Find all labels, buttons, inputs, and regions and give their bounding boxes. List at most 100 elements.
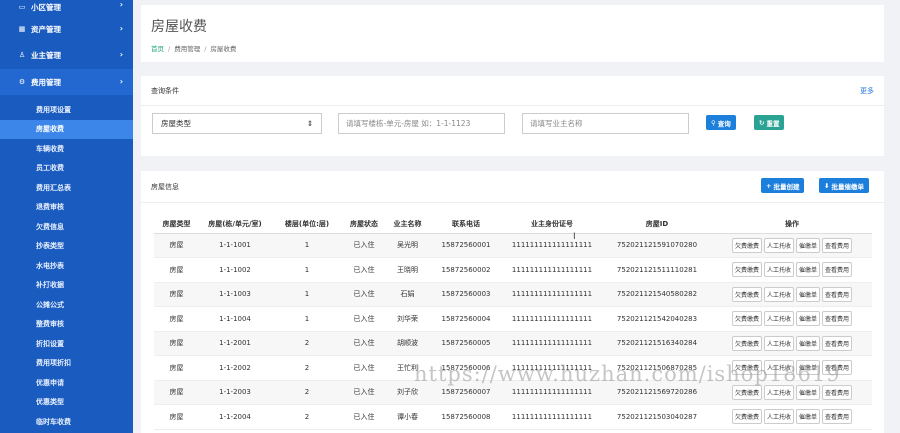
room-input[interactable]: 请填写楼栋-单元-房屋 如：1-1-1123 — [338, 113, 505, 134]
table-cell: 752021121516340284 — [602, 331, 712, 356]
table-cell: 15872560001 — [430, 233, 502, 258]
sidebar-item[interactable]: 费用项设置 — [0, 100, 133, 120]
sidebar-group-assets[interactable]: ▦ 资产管理 › — [0, 16, 133, 42]
house-info-panel: 房屋信息 + 批量创建 ⬇ 批量催缴单 房屋类型 房屋(栋/单元/室) 楼层(单位:层)… — [141, 171, 884, 433]
op-button[interactable]: 欠费缴费 — [731, 311, 762, 327]
column-header: 房屋(栋/单元/室) — [199, 216, 271, 234]
table-cell: 已入住 — [343, 331, 385, 356]
table-cell: 111111111111111111 — [502, 282, 602, 307]
column-header: 房屋类型 — [154, 216, 199, 234]
room-type-select[interactable]: 房屋类型 ⇕ — [152, 113, 322, 134]
sidebar-item[interactable]: 补打收据 — [0, 276, 133, 296]
column-header: 楼层(单位:层) — [271, 216, 343, 234]
table-cell: 111111111111111111 — [502, 257, 602, 283]
sidebar-item[interactable]: 临时车收费 — [0, 412, 133, 432]
table-cell: 胡顺波 — [385, 331, 430, 356]
sidebar-item[interactable]: 退费审核 — [0, 198, 133, 218]
op-button[interactable]: 催缴单 — [796, 384, 821, 400]
sidebar-item[interactable]: 公摊公式 — [0, 295, 133, 315]
op-button[interactable]: 催缴单 — [796, 335, 821, 351]
op-button[interactable]: 查看费用 — [822, 237, 853, 253]
sidebar-group-fees[interactable]: ⚙ 费用管理 › — [0, 69, 133, 95]
plus-icon: + — [766, 181, 772, 190]
table-cell: 房屋 — [154, 233, 199, 258]
batch-receipt-button[interactable]: ⬇ 批量催缴单 — [819, 178, 869, 193]
op-button[interactable]: 欠费缴费 — [731, 262, 762, 278]
owner-name-input[interactable]: 请填写业主名称 — [522, 113, 689, 134]
sidebar-group-community[interactable]: ▭ 小区管理 › — [0, 0, 133, 16]
op-button[interactable]: 人工托收 — [763, 286, 794, 302]
sidebar-item[interactable]: 抄表类型 — [0, 237, 133, 257]
sidebar-item[interactable]: 房屋收费 — [0, 119, 133, 139]
op-button[interactable]: 人工托收 — [763, 311, 794, 327]
op-button[interactable]: 查看费用 — [822, 384, 853, 400]
ops-cell: 欠费缴费 人工托收 催缴单 查看费用 — [712, 233, 872, 258]
sidebar-group-owners[interactable]: ♙ 业主管理 › — [0, 42, 133, 68]
ops-cell: 欠费缴费 人工托收 催缴单 查看费用 — [712, 404, 872, 430]
table-cell: 111111111111111111 — [502, 306, 602, 332]
sort-arrows-icon: ⇕ — [306, 119, 313, 128]
op-button[interactable]: 查看费用 — [822, 262, 853, 278]
op-button[interactable]: 催缴单 — [796, 237, 821, 253]
op-button[interactable]: 催缴单 — [796, 262, 821, 278]
table-cell: 已入住 — [343, 233, 385, 258]
sidebar-item[interactable]: 优惠申请 — [0, 373, 133, 393]
sidebar-item[interactable]: 水电抄表 — [0, 256, 133, 276]
sidebar-item[interactable]: 车辆收费 — [0, 139, 133, 159]
sidebar-item[interactable]: 欠费信息 — [0, 217, 133, 237]
sidebar-item[interactable]: 折扣设置 — [0, 334, 133, 354]
reset-button[interactable]: ↻ 重置 — [754, 115, 785, 130]
op-button[interactable]: 查看费用 — [822, 286, 853, 302]
sidebar-item[interactable]: 员工收费 — [0, 159, 133, 179]
op-button[interactable]: 人工托收 — [763, 237, 794, 253]
op-button[interactable]: 催缴单 — [796, 311, 821, 327]
op-button[interactable]: 欠费缴费 — [731, 237, 762, 253]
sidebar-item[interactable]: 费用项折扣 — [0, 354, 133, 374]
table-cell: 房屋 — [154, 404, 199, 430]
op-button[interactable]: 欠费缴费 — [731, 335, 762, 351]
monitor-icon: ▭ — [18, 3, 26, 11]
op-button[interactable]: 催缴单 — [796, 409, 821, 425]
op-button[interactable]: 人工托收 — [763, 262, 794, 278]
op-button[interactable]: 查看费用 — [822, 311, 853, 327]
table-cell: 已入住 — [343, 306, 385, 332]
breadcrumb-fees[interactable]: 费用管理 — [174, 45, 200, 53]
table-row: 房屋 1-1-1001 1 已入住 吴光明 15872560001 111111111111… — [154, 233, 872, 258]
more-link[interactable]: 更多 — [860, 86, 874, 96]
op-button[interactable]: 欠费缴费 — [731, 384, 762, 400]
op-button[interactable]: 查看费用 — [822, 409, 853, 425]
table-row: 房屋 1-1-1003 1 已入住 石娟 15872560003 1111111111111… — [154, 282, 872, 307]
search-icon: ⚲ — [711, 118, 716, 127]
ops-cell: 欠费缴费 人工托收 催缴单 查看费用 — [712, 306, 872, 332]
breadcrumb-home[interactable]: 首页 — [151, 45, 164, 53]
column-header: 业主名称 — [385, 216, 430, 234]
room-type-value: 房屋类型 — [161, 119, 191, 128]
op-button[interactable]: 人工托收 — [763, 384, 794, 400]
op-button[interactable]: 查看费用 — [822, 335, 853, 351]
sidebar-item[interactable]: 优惠类型 — [0, 393, 133, 413]
table-cell: 1 — [271, 233, 343, 258]
search-button[interactable]: ⚲ 查询 — [706, 115, 736, 130]
user-icon: ♙ — [18, 51, 26, 59]
column-header: 房屋ID — [602, 216, 712, 234]
op-button[interactable]: 人工托收 — [763, 335, 794, 351]
table-cell: 1-1-2001 — [199, 331, 271, 356]
ops-cell: 欠费缴费 人工托收 催缴单 查看费用 — [712, 257, 872, 283]
table-cell: 1-1-1001 — [199, 233, 271, 258]
chevron-right-icon: › — [119, 50, 123, 59]
column-header: 联系电话 — [430, 216, 502, 234]
op-button[interactable]: 欠费缴费 — [731, 286, 762, 302]
op-button[interactable]: 欠费缴费 — [731, 409, 762, 425]
table-cell: 15872560004 — [430, 306, 502, 332]
column-header: 业主身份证号 — [502, 216, 602, 234]
table-cell: 2 — [271, 380, 343, 405]
table-cell: 刘华荣 — [385, 306, 430, 332]
op-button[interactable]: 催缴单 — [796, 286, 821, 302]
sidebar-item[interactable]: 整费审核 — [0, 315, 133, 335]
breadcrumb-current: 房屋收费 — [210, 45, 237, 53]
batch-create-button[interactable]: + 批量创建 — [761, 178, 805, 193]
refresh-icon: ↻ — [759, 118, 765, 127]
op-button[interactable]: 人工托收 — [763, 409, 794, 425]
table-cell: 谭小春 — [385, 404, 430, 430]
sidebar-item[interactable]: 费用汇总表 — [0, 178, 133, 198]
